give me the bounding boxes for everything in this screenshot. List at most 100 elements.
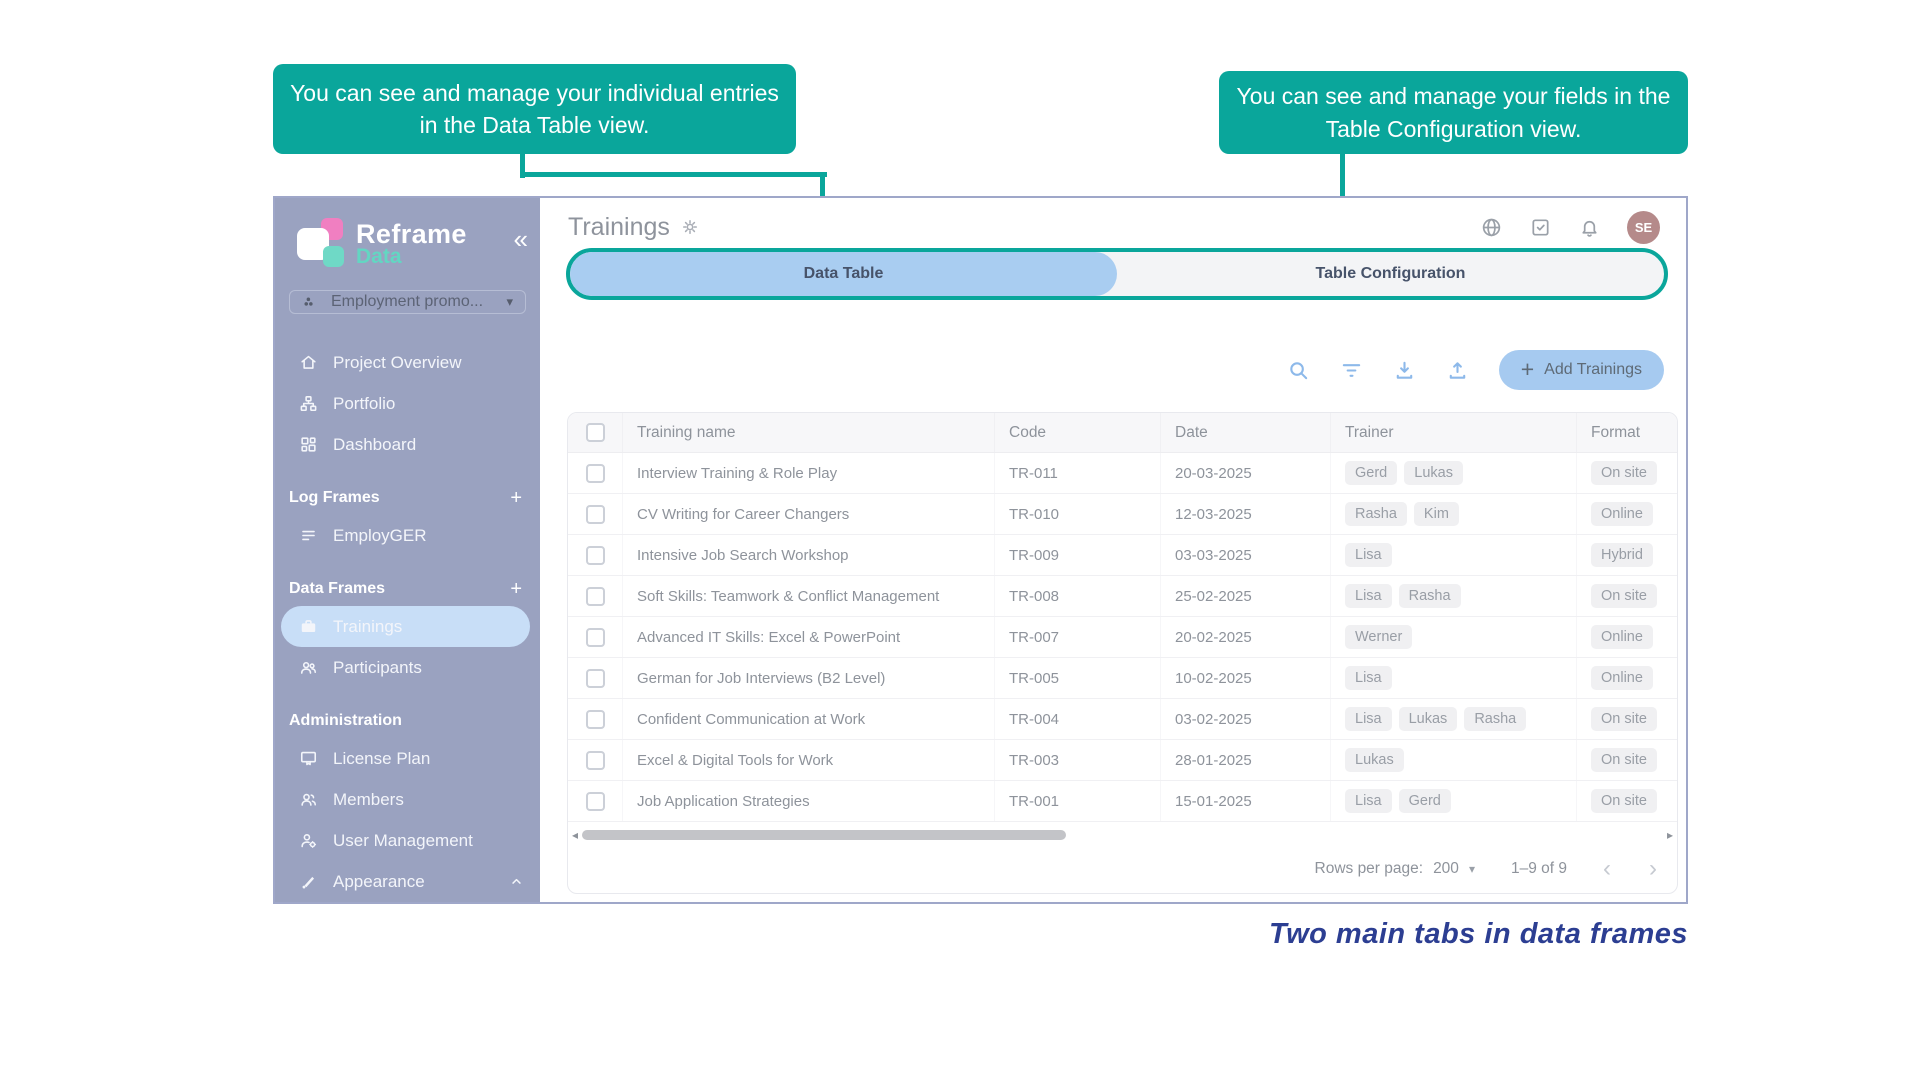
settings-gear-icon[interactable] [680,217,700,237]
table-row[interactable]: Confident Communication at Work TR-004 0… [568,699,1677,740]
trainer-chip: Lisa [1345,666,1392,690]
cell-trainer: Lisa Rasha [1330,576,1576,616]
sidebar-item-portfolio[interactable]: Portfolio [275,383,540,424]
sidebar-item-appearance[interactable]: Appearance [275,861,540,902]
scroll-left-icon[interactable]: ◂ [572,827,578,843]
rows-per-page-value[interactable]: 200 [1433,860,1459,878]
cell-date: 20-02-2025 [1160,617,1330,657]
sidebar-item-project-overview[interactable]: Project Overview [275,342,540,383]
download-icon[interactable] [1393,359,1416,382]
row-checkbox[interactable] [586,792,605,811]
row-checkbox[interactable] [586,546,605,565]
table-header-row: Training name Code Date Trainer Format [568,413,1677,453]
format-chip: Online [1591,666,1653,690]
chevron-up-icon[interactable] [509,874,524,889]
next-page-icon[interactable]: › [1649,857,1657,881]
scrollbar-thumb[interactable] [582,830,1066,840]
sidebar-item-label: License Plan [333,749,430,769]
tab-table-configuration[interactable]: Table Configuration [1117,252,1664,296]
caret-down-icon[interactable]: ▾ [1469,862,1475,876]
cell-code: TR-010 [994,494,1160,534]
tasks-check-icon[interactable] [1529,216,1552,239]
cell-trainer: Lisa [1330,535,1576,575]
bell-icon[interactable] [1578,216,1601,239]
table-row[interactable]: Interview Training & Role Play TR-011 20… [568,453,1677,494]
cell-format: Online [1576,617,1677,657]
cell-code: TR-007 [994,617,1160,657]
sidebar-item-label: Appearance [333,872,425,892]
row-checkbox[interactable] [586,710,605,729]
select-all-checkbox[interactable] [586,423,605,442]
cell-format: On site [1576,699,1677,739]
row-checkbox-cell [568,576,622,616]
add-log-frame-button[interactable]: + [510,488,522,508]
row-checkbox[interactable] [586,628,605,647]
sidebar-item-participants[interactable]: Participants [275,647,540,688]
sidebar-item-label: Members [333,790,404,810]
cell-format: Online [1576,494,1677,534]
cell-date: 28-01-2025 [1160,740,1330,780]
table-row[interactable]: Advanced IT Skills: Excel & PowerPoint T… [568,617,1677,658]
page-title-wrap: Trainings [568,213,700,242]
trainer-chip: Lukas [1404,461,1463,485]
sidebar-item-trainings[interactable]: Trainings [281,606,530,647]
cell-training-name: Interview Training & Role Play [622,453,994,493]
logo-teal-square [323,246,344,267]
row-checkbox[interactable] [586,464,605,483]
add-data-frame-button[interactable]: + [510,579,522,599]
cell-format: On site [1576,576,1677,616]
section-title: Data Frames [289,580,385,598]
table-row[interactable]: German for Job Interviews (B2 Level) TR-… [568,658,1677,699]
logo-text-line2: Data [356,246,467,267]
filter-icon[interactable] [1340,359,1363,382]
cell-format: Online [1576,658,1677,698]
rows-per-page-label: Rows per page: [1315,860,1424,878]
scroll-right-icon[interactable]: ▸ [1667,827,1673,843]
trainer-chip: Rasha [1464,707,1526,731]
trainer-chip: Lisa [1345,789,1392,813]
format-chip: Online [1591,625,1653,649]
row-checkbox-cell [568,699,622,739]
horizontal-scrollbar[interactable]: ◂ ▸ [572,827,1673,843]
cell-code: TR-004 [994,699,1160,739]
plus-icon: + [1521,358,1534,381]
search-icon[interactable] [1287,359,1310,382]
page-title: Trainings [568,213,670,242]
figure-caption: Two main tabs in data frames [1269,918,1688,951]
app-logo: Reframe Data [275,198,540,286]
briefcase-icon [299,617,318,636]
sidebar-item-employger[interactable]: EmployGER [275,515,540,556]
cell-date: 20-03-2025 [1160,453,1330,493]
sidebar-item-label: Trainings [333,617,402,637]
cell-date: 03-02-2025 [1160,699,1330,739]
col-format: Format [1576,413,1677,452]
cell-training-name: Advanced IT Skills: Excel & PowerPoint [622,617,994,657]
sidebar-item-user-management[interactable]: User Management [275,820,540,861]
table-row[interactable]: CV Writing for Career Changers TR-010 12… [568,494,1677,535]
table-row[interactable]: Excel & Digital Tools for Work TR-003 28… [568,740,1677,781]
table-row[interactable]: Soft Skills: Teamwork & Conflict Managem… [568,576,1677,617]
table-row[interactable]: Job Application Strategies TR-001 15-01-… [568,781,1677,822]
table-row[interactable]: Intensive Job Search Workshop TR-009 03-… [568,535,1677,576]
main-content: Trainings SE [540,198,1686,902]
row-checkbox[interactable] [586,669,605,688]
add-trainings-button[interactable]: + Add Trainings [1499,350,1664,390]
previous-page-icon[interactable]: ‹ [1603,857,1611,881]
section-log-frames: Log Frames + [275,481,540,515]
project-selector[interactable]: Employment promo... ▾ [289,290,526,314]
table-toolbar: + Add Trainings [540,350,1664,390]
tab-data-table[interactable]: Data Table [570,252,1117,296]
cell-training-name: CV Writing for Career Changers [622,494,994,534]
user-avatar[interactable]: SE [1627,211,1660,244]
cell-trainer: Lukas [1330,740,1576,780]
upload-icon[interactable] [1446,359,1469,382]
row-checkbox[interactable] [586,505,605,524]
sidebar-collapse-icon[interactable]: « [514,226,528,252]
row-checkbox[interactable] [586,751,605,770]
sidebar-item-members[interactable]: Members [275,779,540,820]
globe-icon[interactable] [1480,216,1503,239]
sidebar-item-dashboard[interactable]: Dashboard [275,424,540,465]
cell-training-name: Confident Communication at Work [622,699,994,739]
sidebar-item-license-plan[interactable]: License Plan [275,738,540,779]
row-checkbox[interactable] [586,587,605,606]
